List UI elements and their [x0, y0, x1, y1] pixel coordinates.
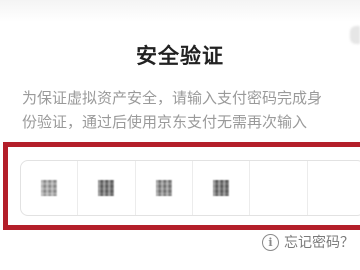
- dialog-description: 为保证虚拟资产安全，请输入支付密码完成身 份验证，通过后使用京东支付无需再次输入: [22, 86, 358, 134]
- password-digit-cell-5[interactable]: [250, 161, 308, 215]
- info-icon: i: [262, 233, 279, 251]
- security-verification-dialog: 安全验证 为保证虚拟资产安全，请输入支付密码完成身 份验证，通过后使用京东支付无…: [0, 0, 360, 270]
- password-digit-cell-2[interactable]: [78, 161, 136, 215]
- masked-digit-icon: [213, 180, 230, 196]
- password-digit-cell-4[interactable]: [193, 161, 251, 215]
- dialog-title: 安全验证: [136, 44, 224, 68]
- password-digit-cell-1[interactable]: [21, 161, 79, 215]
- password-input[interactable]: [20, 160, 360, 216]
- blurred-header-area: [0, 0, 360, 22]
- forgot-password-label: 忘记密码？: [284, 235, 354, 251]
- password-digit-cell-3[interactable]: [136, 161, 193, 215]
- password-input-highlight: [3, 142, 360, 230]
- masked-digit-icon: [98, 180, 115, 196]
- description-line-1: 为保证虚拟资产安全，请输入支付密码完成身: [22, 89, 323, 107]
- masked-digit-icon: [41, 180, 58, 196]
- forgot-password-link[interactable]: i 忘记密码？: [262, 232, 354, 252]
- password-digit-cell-6[interactable]: [308, 161, 360, 215]
- description-line-2: 份验证，通过后使用京东支付无需再次输入: [22, 113, 308, 131]
- masked-digit-icon: [155, 180, 172, 196]
